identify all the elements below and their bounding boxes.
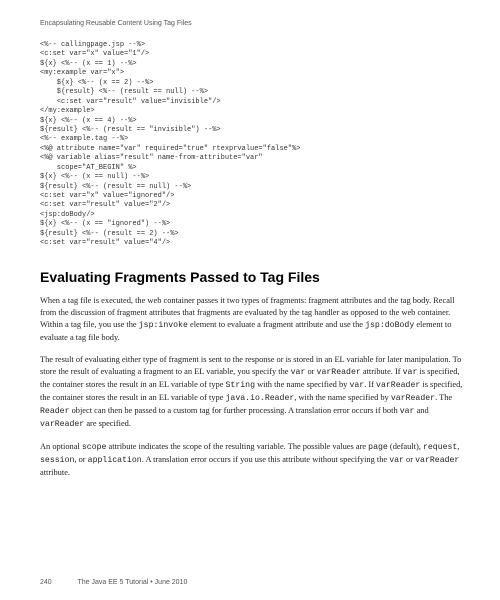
code-listing: <%-- callingpage.jsp --%> <c:set var="x"… — [40, 41, 464, 249]
paragraph-1: When a tag file is executed, the web con… — [40, 295, 464, 344]
inline-code: varReader — [415, 456, 459, 465]
text: element to evaluate a fragment attribute… — [188, 320, 365, 329]
inline-code: varReader — [391, 394, 435, 403]
text: , or — [74, 455, 87, 464]
inline-code: jsp:invoke — [139, 321, 188, 330]
inline-code: var — [291, 368, 306, 377]
inline-code: Reader — [40, 407, 69, 416]
text: attribute indicates the scope of the res… — [106, 442, 368, 451]
inline-code: request — [423, 443, 457, 452]
page-container: Encapsulating Reusable Content Using Tag… — [0, 0, 500, 509]
inline-code: scope — [82, 443, 107, 452]
text: (default), — [388, 442, 423, 451]
text: are specified. — [84, 419, 131, 428]
inline-code: var — [400, 407, 415, 416]
text: or — [305, 367, 316, 376]
inline-code: var — [403, 368, 418, 377]
text: . A translation error occurs if you use … — [142, 455, 389, 464]
text: . If — [364, 380, 376, 389]
section-heading: Evaluating Fragments Passed to Tag Files — [40, 269, 464, 285]
chapter-header: Encapsulating Reusable Content Using Tag… — [40, 20, 464, 27]
text: attribute. — [40, 468, 70, 477]
section-heading-text: Evaluating Fragments Passed to Tag Files — [40, 269, 320, 285]
text: , — [457, 442, 459, 451]
text: or — [404, 455, 415, 464]
inline-code: java.io.Reader — [226, 394, 295, 403]
text: . The — [435, 393, 452, 402]
chapter-title: Encapsulating Reusable Content Using Tag… — [40, 20, 192, 27]
paragraph-2: The result of evaluating either type of … — [40, 354, 464, 431]
inline-code: session — [40, 456, 74, 465]
inline-code: String — [226, 381, 255, 390]
text: An optional — [40, 442, 82, 451]
paragraph-3: An optional scope attribute indicates th… — [40, 441, 464, 479]
page-number: 240 — [40, 579, 52, 586]
text: object can then be passed to a custom ta… — [69, 406, 399, 415]
text: , with the name specified by — [294, 393, 391, 402]
inline-code: varReader — [40, 420, 84, 429]
inline-code: varReader — [317, 368, 361, 377]
inline-code: var — [349, 381, 364, 390]
text: with the name specified by — [255, 380, 349, 389]
text: and — [414, 406, 428, 415]
inline-code: application — [88, 456, 142, 465]
book-title: The Java EE 5 Tutorial • June 2010 — [78, 579, 188, 586]
text: attribute. If — [361, 367, 403, 376]
inline-code: page — [368, 443, 388, 452]
inline-code: varReader — [376, 381, 420, 390]
inline-code: jsp:doBody — [365, 321, 414, 330]
inline-code: var — [389, 456, 404, 465]
page-footer: 240 The Java EE 5 Tutorial • June 2010 — [40, 579, 464, 586]
